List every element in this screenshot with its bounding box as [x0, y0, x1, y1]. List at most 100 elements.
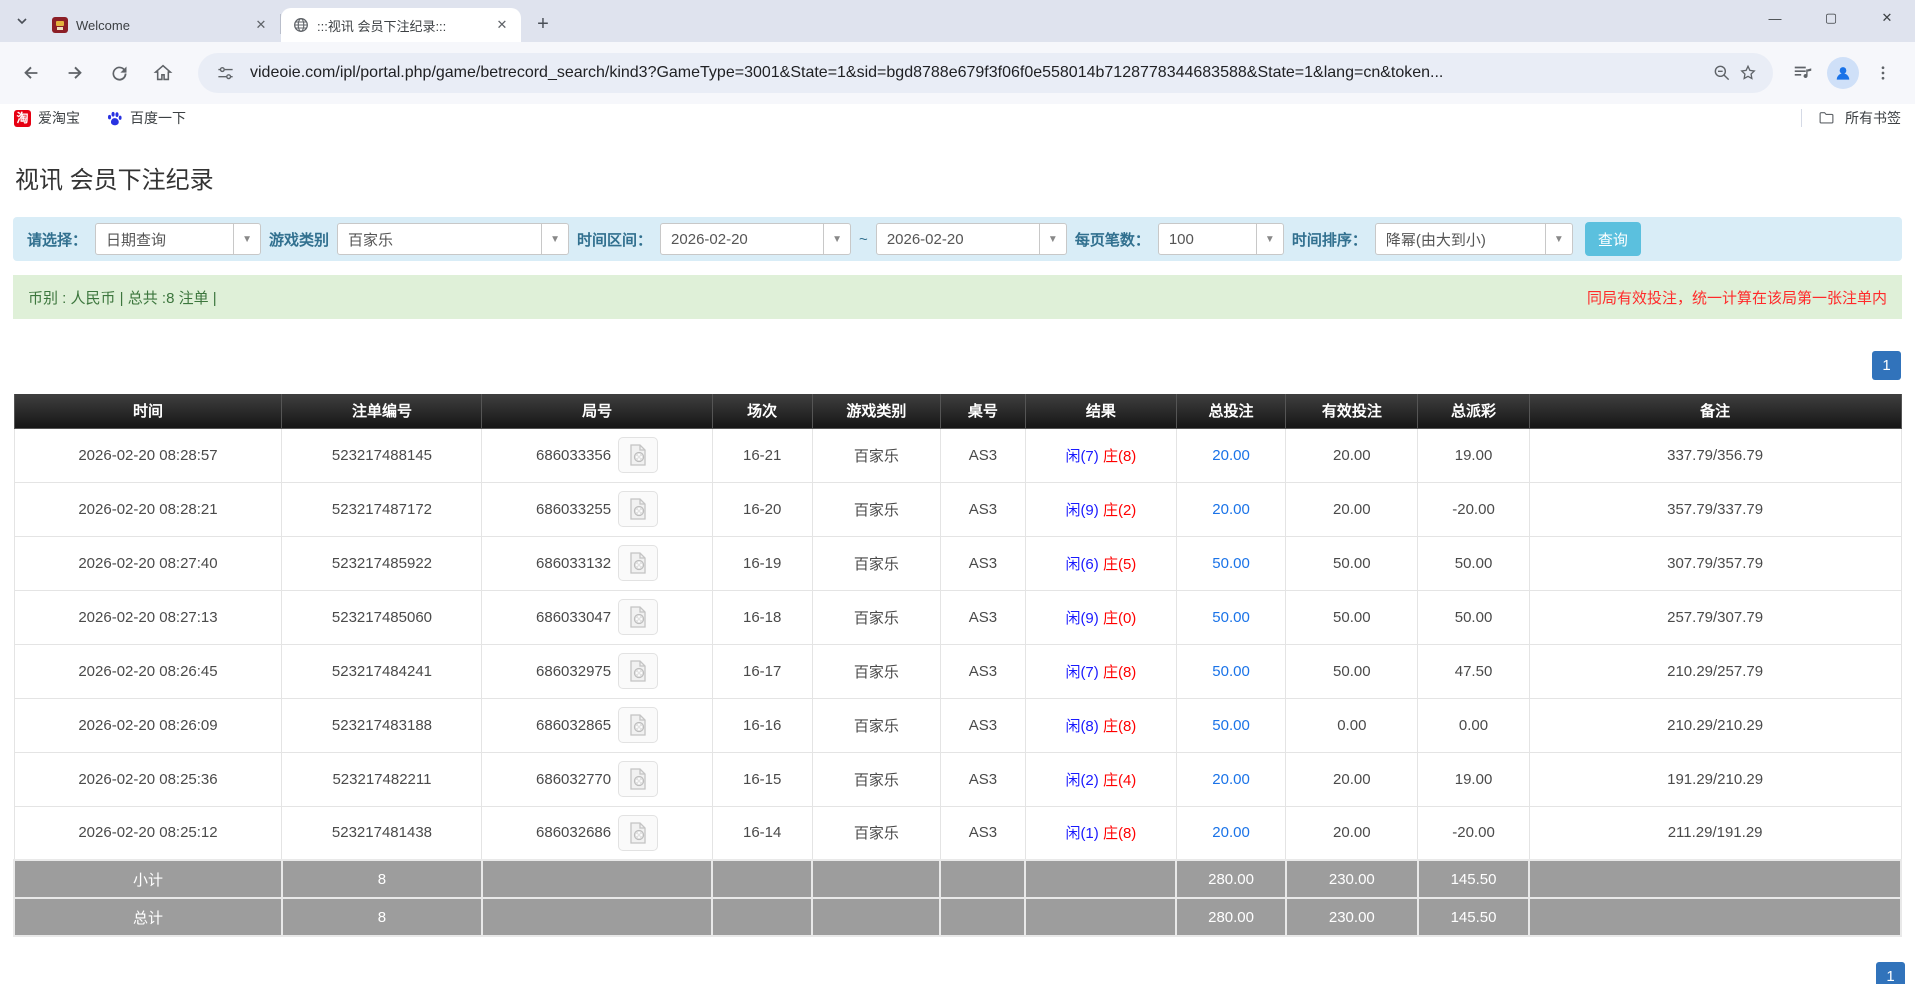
table-number: AS3 [939, 805, 1026, 861]
home-icon[interactable] [144, 54, 182, 92]
session: 16-19 [711, 535, 813, 591]
total-bet-link[interactable]: 20.00 [1212, 501, 1250, 518]
per-page-select[interactable]: 100 ▼ [1157, 223, 1284, 255]
game-type: 百家乐 [811, 751, 941, 807]
video-replay-button[interactable] [618, 599, 659, 635]
zoom-out-icon[interactable] [1709, 60, 1735, 86]
payout: 19.00 [1417, 427, 1530, 483]
video-replay-button[interactable] [618, 491, 659, 527]
video-replay-button[interactable] [618, 707, 659, 743]
query-type-select[interactable]: 日期查询 ▼ [95, 223, 262, 255]
minimize-button[interactable]: — [1747, 0, 1803, 36]
media-controls-icon[interactable] [1783, 53, 1823, 93]
valid-bet-notice: 同局有效投注，统一计算在该局第一张注单内 [1586, 289, 1887, 307]
back-icon[interactable] [12, 54, 50, 92]
subtotal-count: 8 [280, 859, 483, 899]
player-result: 闲(9) [1065, 501, 1099, 519]
remark: 210.29/257.79 [1528, 643, 1902, 699]
bookmark-baidu[interactable]: 百度一下 [106, 108, 186, 128]
total-payout: 145.50 [1416, 897, 1531, 937]
round-number: 686033132 [536, 554, 612, 572]
result-cell: 闲(7) 庄(8) [1024, 427, 1177, 483]
total-row: 总计 8 280.00 230.00 145.50 [13, 897, 1902, 937]
total-bet-link[interactable]: 50.00 [1212, 717, 1250, 734]
game-type-label: 游戏类别 [269, 231, 330, 249]
valid-bet: 50.00 [1285, 589, 1419, 645]
tilde-separator: ~ [859, 230, 868, 248]
bet-id: 523217484241 [281, 643, 483, 699]
column-header: 总投注 [1175, 394, 1287, 429]
column-header: 局号 [481, 394, 713, 429]
query-button[interactable]: 查询 [1584, 222, 1641, 256]
game-type: 百家乐 [811, 535, 941, 591]
pagination-page-1[interactable]: 1 [1872, 351, 1901, 380]
session: 16-17 [711, 643, 813, 699]
video-replay-button[interactable] [618, 545, 659, 581]
game-type: 百家乐 [811, 427, 941, 483]
all-bookmarks-label[interactable]: 所有书签 [1845, 108, 1901, 128]
valid-bet: 20.00 [1285, 481, 1419, 537]
tab-title: :::视讯 会员下注纪录::: [317, 18, 447, 34]
globe-icon [293, 17, 309, 33]
total-bet-link[interactable]: 20.00 [1212, 771, 1250, 788]
column-header: 备注 [1528, 394, 1902, 429]
session: 16-15 [711, 751, 813, 807]
session: 16-20 [711, 481, 813, 537]
banker-result: 庄(8) [1102, 717, 1137, 735]
new-tab-button[interactable]: + [529, 10, 557, 38]
round-cell: 686032865 [481, 697, 713, 753]
table-row: 2026-02-20 08:25:36 523217482211 6860327… [13, 751, 1902, 807]
tab-bet-record[interactable]: :::视讯 会员下注纪录::: ✕ [281, 8, 521, 42]
result-cell: 闲(6) 庄(5) [1024, 535, 1177, 591]
total-bet-link[interactable]: 50.00 [1212, 609, 1250, 626]
total-bet-link[interactable]: 20.00 [1212, 824, 1250, 841]
video-replay-button[interactable] [618, 814, 659, 851]
browser-menu-kebab-icon[interactable] [1863, 53, 1903, 93]
column-header: 时间 [13, 394, 283, 429]
column-header: 场次 [711, 394, 813, 429]
refresh-icon[interactable] [100, 54, 138, 92]
browser-window: Welcome ✕ :::视讯 会员下注纪录::: ✕ + — ▢ ✕ vide… [0, 0, 1915, 984]
video-replay-button[interactable] [618, 653, 659, 689]
date-to-select[interactable]: 2026-02-20 ▼ [875, 223, 1067, 255]
bet-time: 2026-02-20 08:28:21 [13, 481, 283, 537]
profile-avatar[interactable] [1823, 53, 1863, 93]
forward-icon[interactable] [56, 54, 94, 92]
total-bet-link[interactable]: 50.00 [1212, 555, 1250, 572]
banker-result: 庄(8) [1102, 825, 1137, 843]
total-bet-link[interactable]: 50.00 [1212, 663, 1250, 680]
player-result: 闲(7) [1065, 663, 1099, 681]
session: 16-21 [711, 427, 813, 483]
player-result: 闲(8) [1065, 717, 1099, 735]
chevron-down-icon: ▼ [1038, 224, 1066, 254]
pagination-page-1-bottom[interactable]: 1 [1876, 962, 1905, 984]
site-settings-tune-icon[interactable] [212, 60, 238, 86]
close-window-button[interactable]: ✕ [1859, 0, 1915, 36]
video-replay-button[interactable] [618, 437, 659, 473]
bookmark-star-icon[interactable] [1735, 60, 1761, 86]
total-bet-link[interactable]: 20.00 [1212, 447, 1250, 464]
tab-search-chevron-icon[interactable] [8, 7, 36, 35]
tab-welcome[interactable]: Welcome ✕ [40, 8, 280, 42]
bet-id: 523217481438 [281, 805, 483, 861]
close-tab-icon[interactable]: ✕ [493, 16, 511, 34]
date-from-select[interactable]: 2026-02-20 ▼ [660, 223, 852, 255]
url-text[interactable]: videoie.com/ipl/portal.php/game/betrecor… [250, 64, 1699, 82]
bet-records-table: 时间 注单编号 局号 场次 游戏类别 桌号 结果 总投注 有效投注 总派彩 备注 2026-02-2… [13, 394, 1902, 937]
video-replay-button[interactable] [618, 761, 659, 797]
table-row: 2026-02-20 08:26:09 523217483188 6860328… [13, 697, 1902, 753]
page-title: 视讯 会员下注纪录 [15, 167, 214, 194]
address-bar[interactable]: videoie.com/ipl/portal.php/game/betrecor… [198, 53, 1773, 93]
close-tab-icon[interactable]: ✕ [252, 16, 270, 34]
game-type-select[interactable]: 百家乐 ▼ [337, 223, 570, 255]
round-number: 686033255 [536, 500, 612, 518]
bet-id: 523217487172 [281, 481, 483, 537]
result-cell: 闲(9) 庄(0) [1024, 589, 1177, 645]
table-row: 2026-02-20 08:27:13 523217485060 6860330… [13, 589, 1902, 645]
maximize-button[interactable]: ▢ [1803, 0, 1859, 36]
payout: 0.00 [1417, 697, 1530, 753]
bookmark-aitaobao[interactable]: 淘 爱淘宝 [14, 108, 80, 128]
sort-select[interactable]: 降幂(由大到小) ▼ [1374, 223, 1573, 255]
bookmark-label: 爱淘宝 [38, 110, 80, 126]
bet-id: 523217485060 [281, 589, 483, 645]
